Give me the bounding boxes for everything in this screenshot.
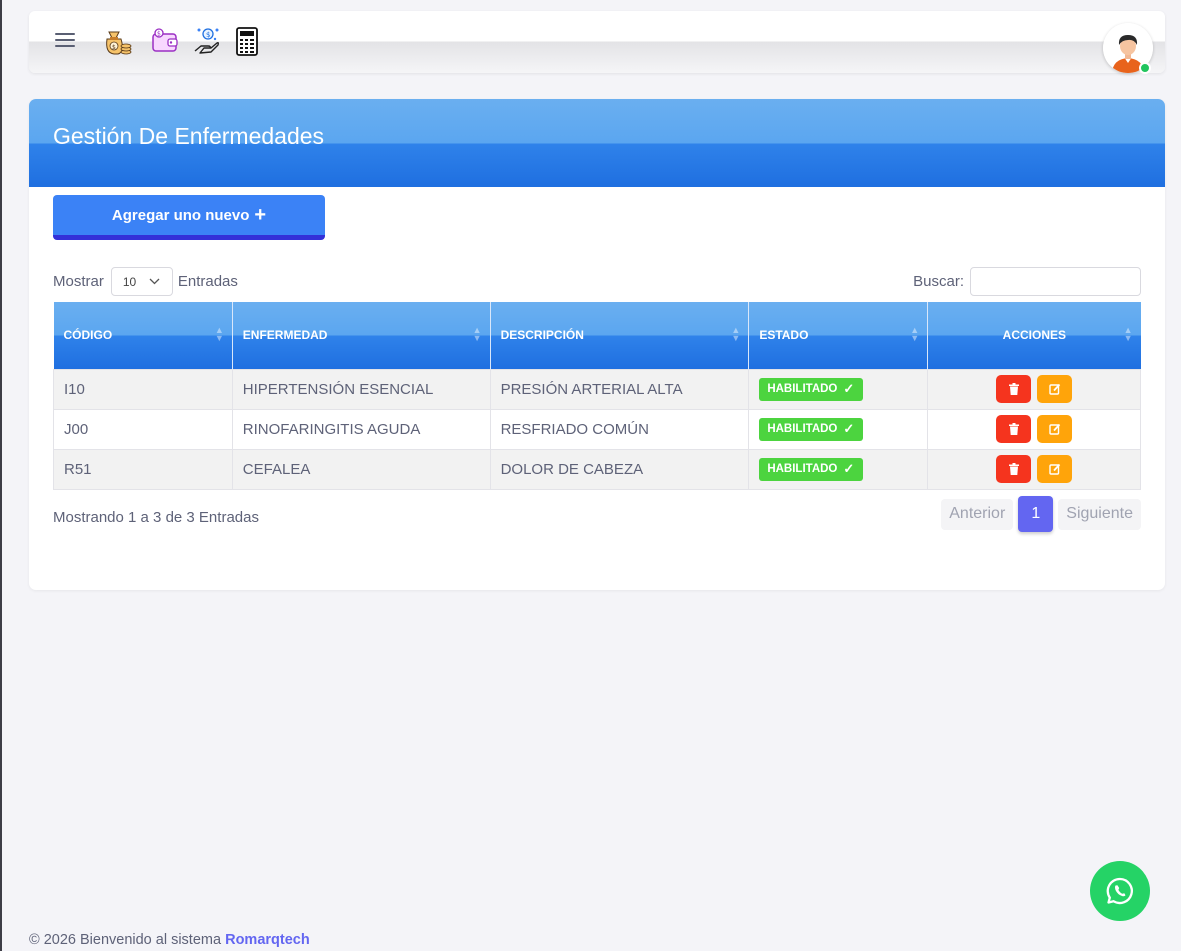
check-icon: ✓ [843,421,855,436]
cell-status: HABILITADO ✓ [748,448,929,490]
search-label: Buscar: [913,273,964,290]
svg-text:$: $ [112,44,116,51]
cell-code: J00 [53,408,233,450]
status-badge[interactable]: HABILITADO ✓ [759,377,864,401]
table-row: J00 RINOFARINGITIS AGUDA RESFRIADO COMÚN… [53,408,1141,450]
edit-icon [1048,423,1060,435]
footer-text: © 2026 Bienvenido al sistema [29,932,222,948]
delete-button[interactable] [996,415,1032,443]
svg-text:$: $ [157,31,161,38]
cell-description: DOLOR DE CABEZA [489,448,750,490]
cell-status: HABILITADO ✓ [748,368,929,410]
cell-actions [927,368,1141,410]
edit-icon [1048,463,1060,475]
previous-page-button[interactable]: Anterior [941,498,1014,530]
svg-text:$: $ [206,31,210,39]
cell-disease: HIPERTENSIÓN ESENCIAL [231,368,491,410]
show-label: Mostrar [53,273,104,290]
sort-icon: ▲ ▼ [472,325,482,343]
online-status-indicator [1139,62,1151,74]
edit-button[interactable] [1037,415,1073,443]
status-badge[interactable]: HABILITADO ✓ [759,417,864,441]
card-header: Gestión De Enfermedades [29,99,1165,187]
page-length-select[interactable]: 10 [110,267,173,296]
page-title: Gestión De Enfermedades [53,123,325,149]
cell-description: RESFRIADO COMÚN [489,408,750,450]
page-length-value: 10 [122,274,137,289]
pagination: Anterior 1 Siguiente [941,496,1141,532]
next-page-button[interactable]: Siguiente [1058,498,1141,530]
footer: © 2026 Bienvenido al sistema Romarqtech [29,932,310,948]
sort-icon: ▲ ▼ [731,325,741,343]
table-row: R51 CEFALEA DOLOR DE CABEZA HABILITADO ✓ [53,448,1141,490]
column-header-code[interactable]: CÓDIGO ▲ ▼ [53,302,233,369]
money-bag-icon[interactable]: $ [101,25,133,57]
page-button-current[interactable]: 1 [1018,496,1054,532]
diseases-table: CÓDIGO ▲ ▼ ENFERMEDAD ▲ ▼ DESCRIPCIÓN ▲ ▼ ESTA… [53,302,1141,490]
plus-icon: + [254,204,267,226]
table-header-row: CÓDIGO ▲ ▼ ENFERMEDAD ▲ ▼ DESCRIPCIÓN ▲ ▼ ESTA… [53,302,1141,369]
trash-icon [1008,423,1019,435]
calculator-icon[interactable] [231,25,263,57]
cell-status: HABILITADO ✓ [748,408,929,450]
trash-icon [1008,383,1019,395]
column-header-description[interactable]: DESCRIPCIÓN ▲ ▼ [490,302,750,369]
check-icon: ✓ [843,381,855,396]
chevron-down-icon [149,278,160,285]
delete-button[interactable] [996,455,1032,483]
add-new-button-label: Agregar uno nuevo [111,206,250,224]
table-row: I10 HIPERTENSIÓN ESENCIAL PRESIÓN ARTERI… [53,368,1141,410]
sort-icon: ▲ ▼ [214,325,224,343]
pagination-info: Mostrando 1 a 3 de 3 Entradas [53,509,259,526]
search-input[interactable] [970,267,1141,296]
edit-button[interactable] [1037,455,1073,483]
cell-code: I10 [53,368,233,410]
cell-disease: RINOFARINGITIS AGUDA [231,408,491,450]
whatsapp-icon [1106,877,1133,905]
diseases-card: Gestión De Enfermedades Agregar uno nuev… [29,99,1165,590]
hamburger-icon[interactable] [55,33,75,49]
add-new-button[interactable]: Agregar uno nuevo + [53,195,325,240]
status-badge[interactable]: HABILITADO ✓ [759,457,864,481]
cell-actions [927,408,1141,450]
column-header-actions[interactable]: ACCIONES ▲ ▼ [927,302,1141,369]
cell-actions [927,448,1141,490]
edit-icon [1048,383,1060,395]
column-header-disease[interactable]: ENFERMEDAD ▲ ▼ [232,302,491,369]
whatsapp-button[interactable] [1090,861,1150,921]
cell-code: R51 [53,448,233,490]
footer-brand-link[interactable]: Romarqtech [225,932,310,948]
page-length-control: Mostrar 10 Entradas [53,267,238,296]
edit-button[interactable] [1037,375,1073,403]
entries-label: Entradas [177,273,238,290]
cell-disease: CEFALEA [231,448,491,490]
delete-button[interactable] [996,375,1032,403]
sort-icon: ▲ ▼ [910,325,920,343]
trash-icon [1008,463,1019,475]
search-control: Buscar: [913,267,1141,296]
column-header-status[interactable]: ESTADO ▲ ▼ [748,302,929,369]
sort-icon: ▲ ▼ [1123,325,1133,343]
wallet-icon[interactable]: $ [149,25,181,57]
payment-hand-icon[interactable]: $ [191,25,223,57]
cell-description: PRESIÓN ARTERIAL ALTA [489,368,750,410]
top-navbar: $ $ $ [29,11,1165,74]
check-icon: ✓ [843,461,855,476]
